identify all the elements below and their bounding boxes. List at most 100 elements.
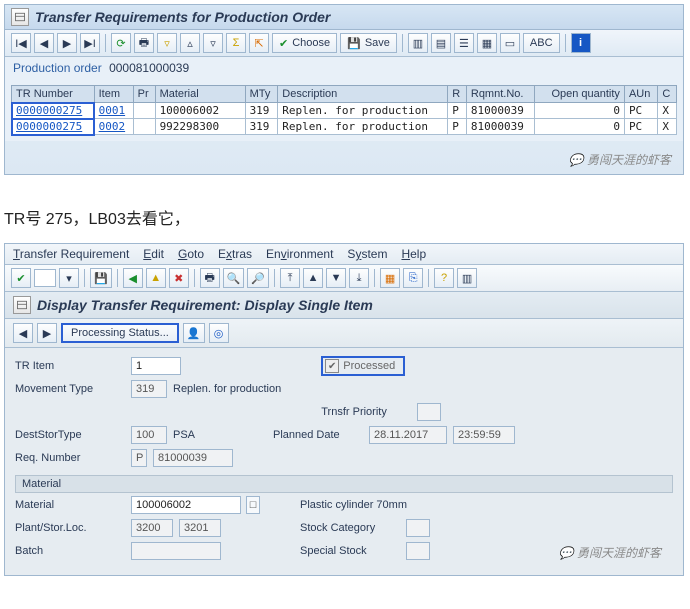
prev-button[interactable]: ◀	[34, 33, 54, 53]
layout-menu-icon[interactable]: ▥	[457, 268, 477, 288]
mvt-label: Movement Type	[15, 383, 125, 395]
col-desc[interactable]: Description	[278, 86, 448, 103]
save-icon[interactable]: 💾	[90, 268, 112, 288]
enter-icon[interactable]: ✔	[11, 268, 31, 288]
filter-icon[interactable]: ▿	[157, 33, 177, 53]
cell-tr[interactable]: 0000000275	[12, 119, 95, 135]
find-icon[interactable]: 🔍	[223, 268, 245, 288]
menu-help[interactable]: Help	[401, 247, 426, 261]
help-icon[interactable]: ?	[434, 268, 454, 288]
req-no-field: 81000039	[153, 449, 233, 467]
new-session-icon[interactable]: ▦	[380, 268, 400, 288]
form-area: TR Item 1 Movement Type 319 Replen. for …	[5, 348, 683, 575]
export-icon[interactable]: ⇱	[249, 33, 269, 53]
choose-button[interactable]: ✔Choose	[272, 33, 337, 53]
command-field[interactable]	[34, 269, 56, 287]
col-c[interactable]: C	[658, 86, 677, 103]
planned-time-field: 23:59:59	[453, 426, 515, 444]
cell-item[interactable]: 0002	[94, 119, 133, 135]
menu-extras[interactable]: Extras	[218, 247, 252, 261]
processed-checkbox: ✔	[325, 359, 339, 373]
separator	[274, 269, 275, 287]
dest-field: 100	[131, 426, 167, 444]
planned-label: Planned Date	[273, 429, 363, 441]
titlebar: Transfer Requirements for Production Ord…	[5, 5, 683, 30]
processed-indicator: ✔ Processed	[321, 356, 405, 376]
detail-icon[interactable]: ☰	[454, 33, 474, 53]
cell-material: 992298300	[155, 119, 245, 135]
sort-asc-icon[interactable]: ▵	[180, 33, 200, 53]
col-pr[interactable]: Pr	[133, 86, 155, 103]
col-openqty[interactable]: Open quantity	[534, 86, 624, 103]
back-icon[interactable]: ◀	[123, 268, 143, 288]
cell-r: P	[448, 119, 467, 135]
col-mty[interactable]: MTy	[245, 86, 278, 103]
next-button[interactable]: ▶	[57, 33, 77, 53]
table-row[interactable]: 0000000275 0001 100006002 319 Replen. fo…	[12, 103, 677, 119]
separator	[105, 34, 106, 52]
next-item-button[interactable]: ▶	[37, 323, 57, 343]
sort-desc-icon[interactable]: ▿	[203, 33, 223, 53]
cell-item[interactable]: 0001	[94, 103, 133, 119]
menu-system[interactable]: System	[347, 247, 387, 261]
cmd-dropdown-icon[interactable]: ▾	[59, 268, 79, 288]
first-page-icon[interactable]: ⤒	[280, 268, 300, 288]
tr-item-field[interactable]: 1	[131, 357, 181, 375]
processed-label: Processed	[343, 360, 395, 372]
print-icon[interactable]: 🖶	[200, 268, 220, 288]
separator	[84, 269, 85, 287]
cancel-icon[interactable]: ✖	[169, 268, 189, 288]
material-field[interactable]: 100006002	[131, 496, 241, 514]
col-rqmt[interactable]: Rqmnt.No.	[466, 86, 534, 103]
grid-icon[interactable]: ▦	[477, 33, 497, 53]
menu-tr[interactable]: Transfer Requirement	[13, 247, 129, 261]
separator	[374, 269, 375, 287]
stockcat-label: Stock Category	[300, 522, 400, 534]
print-icon[interactable]: 🖶	[134, 33, 154, 53]
separator	[194, 269, 195, 287]
cell-tr[interactable]: 0000000275	[12, 103, 95, 119]
menu-env[interactable]: Environment	[266, 247, 333, 261]
exit-icon[interactable]: ▲	[146, 268, 166, 288]
search-help-icon[interactable]: ☐	[246, 496, 260, 514]
refresh-icon[interactable]: ⟳	[111, 33, 131, 53]
table-container: TR Number Item Pr Material MTy Descripti…	[5, 79, 683, 141]
abc-button[interactable]: ABC	[523, 33, 560, 53]
menu-goto[interactable]: Goto	[178, 247, 204, 261]
page-up-icon[interactable]: ▲	[303, 268, 323, 288]
col-item[interactable]: Item	[94, 86, 133, 103]
display-icon[interactable]: ◎	[209, 323, 229, 343]
col-material[interactable]: Material	[155, 86, 245, 103]
col-tr[interactable]: TR Number	[12, 86, 95, 103]
trnsfr-prio-field	[417, 403, 441, 421]
col-r[interactable]: R	[448, 86, 467, 103]
list-icon[interactable]: ▭	[500, 33, 520, 53]
table-row[interactable]: 0000000275 0002 992298300 319 Replen. fo…	[12, 119, 677, 135]
material-section-header: Material	[15, 475, 673, 493]
prev-item-button[interactable]: ◀	[13, 323, 33, 343]
titlebar: Display Transfer Requirement: Display Si…	[5, 292, 683, 319]
cell-pr	[133, 119, 155, 135]
menu-edit[interactable]: Edit	[143, 247, 164, 261]
material-label: Material	[15, 499, 125, 511]
last-page-icon[interactable]: ⤓	[349, 268, 369, 288]
page-down-icon[interactable]: ▼	[326, 268, 346, 288]
last-button[interactable]: ▶I	[80, 33, 100, 53]
layout2-icon[interactable]: ▤	[431, 33, 451, 53]
col-aun[interactable]: AUn	[624, 86, 657, 103]
layout-icon[interactable]: ▥	[408, 33, 428, 53]
first-button[interactable]: I◀	[11, 33, 31, 53]
system-toolbar: ✔ ▾ 💾 ◀ ▲ ✖ 🖶 🔍 🔎 ⤒ ▲ ▼ ⤓ ▦ ⎘ ? ▥	[5, 265, 683, 292]
separator	[402, 34, 403, 52]
find-next-icon[interactable]: 🔎	[247, 268, 269, 288]
separator	[565, 34, 566, 52]
shortcut-icon[interactable]: ⎘	[403, 268, 423, 288]
app-toolbar: ◀ ▶ Processing Status... 👤 ◎	[5, 319, 683, 348]
user-icon[interactable]: 👤	[183, 323, 205, 343]
save-button[interactable]: 💾Save	[340, 33, 397, 53]
trnsfr-prio-label: Trnsfr Priority	[321, 406, 411, 418]
window-title: Transfer Requirements for Production Ord…	[35, 9, 330, 25]
processing-status-button[interactable]: Processing Status...	[61, 323, 179, 343]
info-icon[interactable]: i	[571, 33, 591, 53]
sum-icon[interactable]: Σ	[226, 33, 246, 53]
